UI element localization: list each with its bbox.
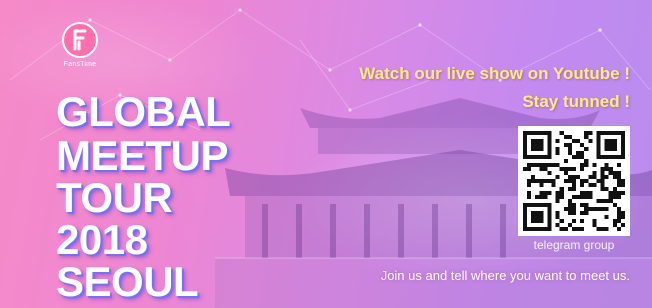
title-line-meetup: MEETUP: [56, 132, 229, 179]
logo-text: FansTime: [63, 61, 97, 68]
title-line-city: SEOUL: [56, 258, 199, 305]
title-line-tour: TOUR: [56, 174, 173, 221]
qr-code[interactable]: [518, 126, 630, 236]
headline-stay-tuned: Stay tunned !: [522, 92, 630, 111]
headline-youtube: Watch our live show on Youtube !: [359, 64, 630, 83]
join-text: Join us and tell where you want to meet …: [380, 268, 630, 283]
promo-banner: FansTime GLOBAL MEETUP TOUR 2018 SEOUL W…: [0, 0, 652, 308]
qr-code-icon: [523, 131, 625, 231]
fanstime-logo: FansTime: [52, 22, 108, 68]
qr-caption: telegram group: [533, 238, 615, 252]
fanstime-logo-icon: [62, 22, 98, 58]
title-line-global: GLOBAL: [56, 88, 231, 135]
title-line-year: 2018: [56, 216, 148, 263]
